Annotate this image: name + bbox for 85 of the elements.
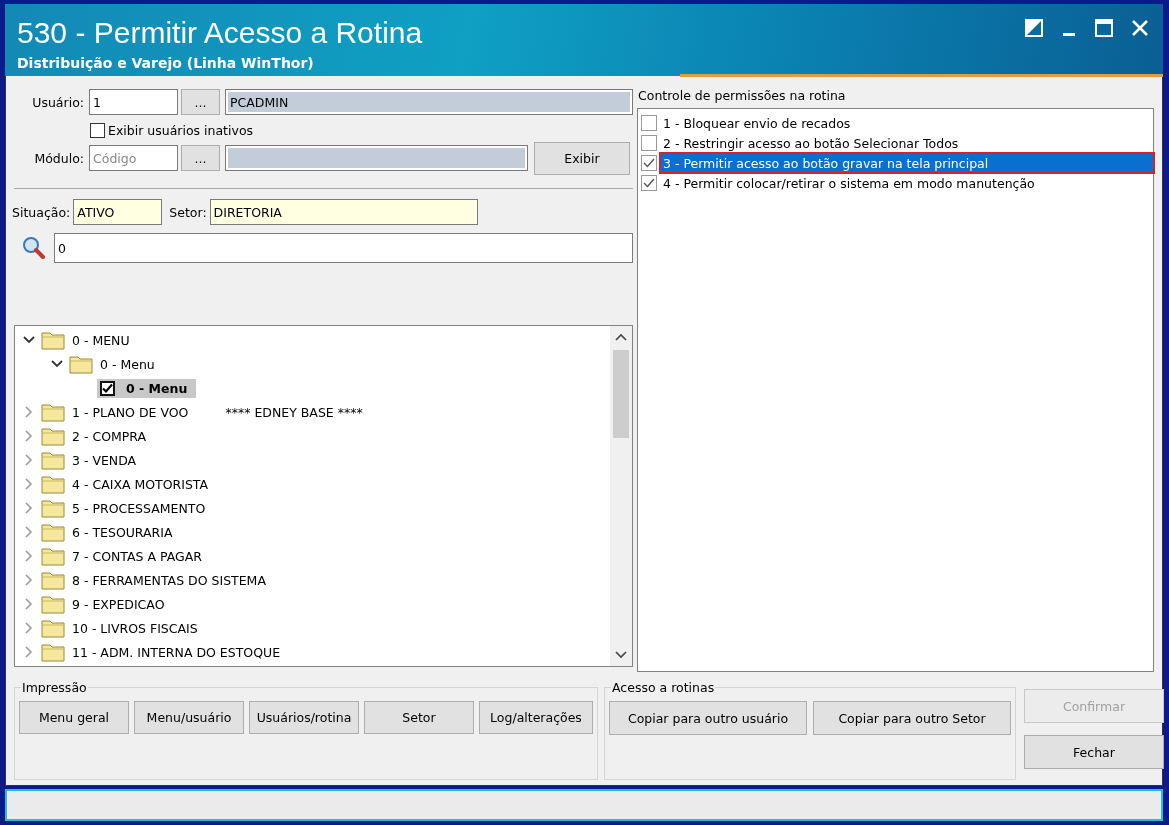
tree-item[interactable]: 5 - PROCESSAMENTO <box>69 499 209 517</box>
module-code-field[interactable]: Código <box>89 145 178 171</box>
folder-icon <box>69 354 93 374</box>
expand-icon[interactable] <box>25 502 33 514</box>
tree-item[interactable]: 11 - ADM. INTERNA DO ESTOQUE <box>69 643 284 661</box>
folder-icon <box>41 330 65 350</box>
tree-item[interactable]: 9 - EXPEDICAO <box>69 595 168 613</box>
window-title: 530 - Permitir Acesso a Rotina <box>17 16 423 50</box>
expand-icon[interactable] <box>25 622 33 634</box>
scroll-up-icon[interactable] <box>614 332 628 342</box>
copy-button[interactable]: Copiar para outro usuário <box>609 701 807 735</box>
permission-item[interactable]: 1 - Bloquear envio de recados <box>661 114 1153 132</box>
module-lookup-button[interactable]: ... <box>181 145 220 171</box>
user-code-field[interactable]: 1 <box>89 89 178 115</box>
tree-item[interactable]: 0 - MENU <box>69 331 133 349</box>
search-icon <box>22 236 46 260</box>
print-button[interactable]: Menu/usuário <box>134 701 244 734</box>
checkbox[interactable] <box>641 155 657 171</box>
folder-icon <box>41 402 65 422</box>
checkbox[interactable] <box>641 115 657 131</box>
search-field[interactable]: 0 <box>54 233 633 263</box>
permissions-title: Controle de permissões na rotina <box>637 87 847 105</box>
tree-item[interactable]: 3 - VENDA <box>69 451 140 469</box>
expand-icon[interactable] <box>25 478 33 490</box>
tree-item[interactable]: 0 - Menu <box>97 355 158 373</box>
folder-icon <box>41 570 65 590</box>
permission-item[interactable]: 3 - Permitir acesso ao botão gravar na tela principal <box>661 154 1153 172</box>
tree-item[interactable]: 2 - COMPRA <box>69 427 150 445</box>
expand-icon[interactable] <box>25 550 33 562</box>
tree-item[interactable]: 4 - CAIXA MOTORISTA <box>69 475 212 493</box>
checkbox-label: Exibir usuários inativos <box>108 122 254 138</box>
folder-icon <box>41 594 65 614</box>
dialog-button[interactable]: Fechar <box>1024 735 1164 769</box>
scroll-down-icon[interactable] <box>614 650 628 660</box>
folder-icon <box>41 498 65 518</box>
print-button[interactable]: Setor <box>364 701 474 734</box>
group-title: Acesso a rotinas <box>611 680 716 695</box>
folder-icon <box>41 642 65 662</box>
tree-item[interactable]: 1 - PLANO DE VOO <box>69 403 192 421</box>
show-button[interactable]: Exibir <box>534 141 630 175</box>
checkbox[interactable] <box>641 135 657 151</box>
user-lookup-button[interactable]: ... <box>181 89 220 115</box>
copy-button[interactable]: Copiar para outro Setor <box>813 701 1011 735</box>
expand-icon[interactable] <box>25 526 33 538</box>
expand-icon[interactable] <box>25 406 33 418</box>
user-label: Usuário: <box>31 94 85 110</box>
close-icon[interactable] <box>1131 19 1149 37</box>
folder-icon <box>41 450 65 470</box>
folder-icon <box>41 426 65 446</box>
collapse-icon[interactable] <box>23 336 35 344</box>
folder-icon <box>41 522 65 542</box>
scrollbar-thumb[interactable] <box>613 350 629 438</box>
expand-icon[interactable] <box>25 598 33 610</box>
checkbox[interactable] <box>641 175 657 191</box>
print-button[interactable]: Log/alterações <box>479 701 593 734</box>
tree-item[interactable]: 8 - FERRAMENTAS DO SISTEMA <box>69 571 269 589</box>
checkbox[interactable] <box>100 380 115 396</box>
situation-field: ATIVO <box>73 199 163 225</box>
print-button[interactable]: Menu geral <box>19 701 129 734</box>
module-label: Módulo: <box>33 150 85 166</box>
sector-label: Setor: <box>169 204 207 220</box>
folder-icon <box>41 474 65 494</box>
expand-icon[interactable] <box>25 454 33 466</box>
expand-icon[interactable] <box>25 646 33 658</box>
user-name-field: PCADMIN <box>225 89 633 115</box>
window-subtitle: Distribuição e Varejo (Linha WinThor) <box>17 55 314 71</box>
print-button[interactable]: Usuários/rotina <box>249 701 359 734</box>
tree-item[interactable]: 10 - LIVROS FISCAIS <box>69 619 201 637</box>
maximize-icon[interactable] <box>1095 19 1113 37</box>
tree-item-note: **** EDNEY BASE **** <box>225 404 363 420</box>
situation-label: Situação: <box>12 204 71 220</box>
checkbox[interactable] <box>90 122 105 138</box>
tree-item[interactable]: 0 - Menu <box>97 378 197 398</box>
folder-icon <box>41 546 65 566</box>
collapse-icon[interactable] <box>51 360 63 368</box>
group-title: Impressão <box>21 680 88 695</box>
restore-icon[interactable] <box>1025 19 1043 37</box>
sector-field: DIRETORIA <box>209 199 478 225</box>
expand-icon[interactable] <box>25 430 33 442</box>
permission-item[interactable]: 2 - Restringir acesso ao botão Selecionar Todos <box>661 134 1153 152</box>
permission-item[interactable]: 4 - Permitir colocar/retirar o sistema em modo manutenção <box>661 174 1153 192</box>
folder-icon <box>41 618 65 638</box>
tree-item[interactable]: 7 - CONTAS A PAGAR <box>69 547 205 565</box>
expand-icon[interactable] <box>25 574 33 586</box>
tree-item[interactable]: 6 - TESOURARIA <box>69 523 176 541</box>
